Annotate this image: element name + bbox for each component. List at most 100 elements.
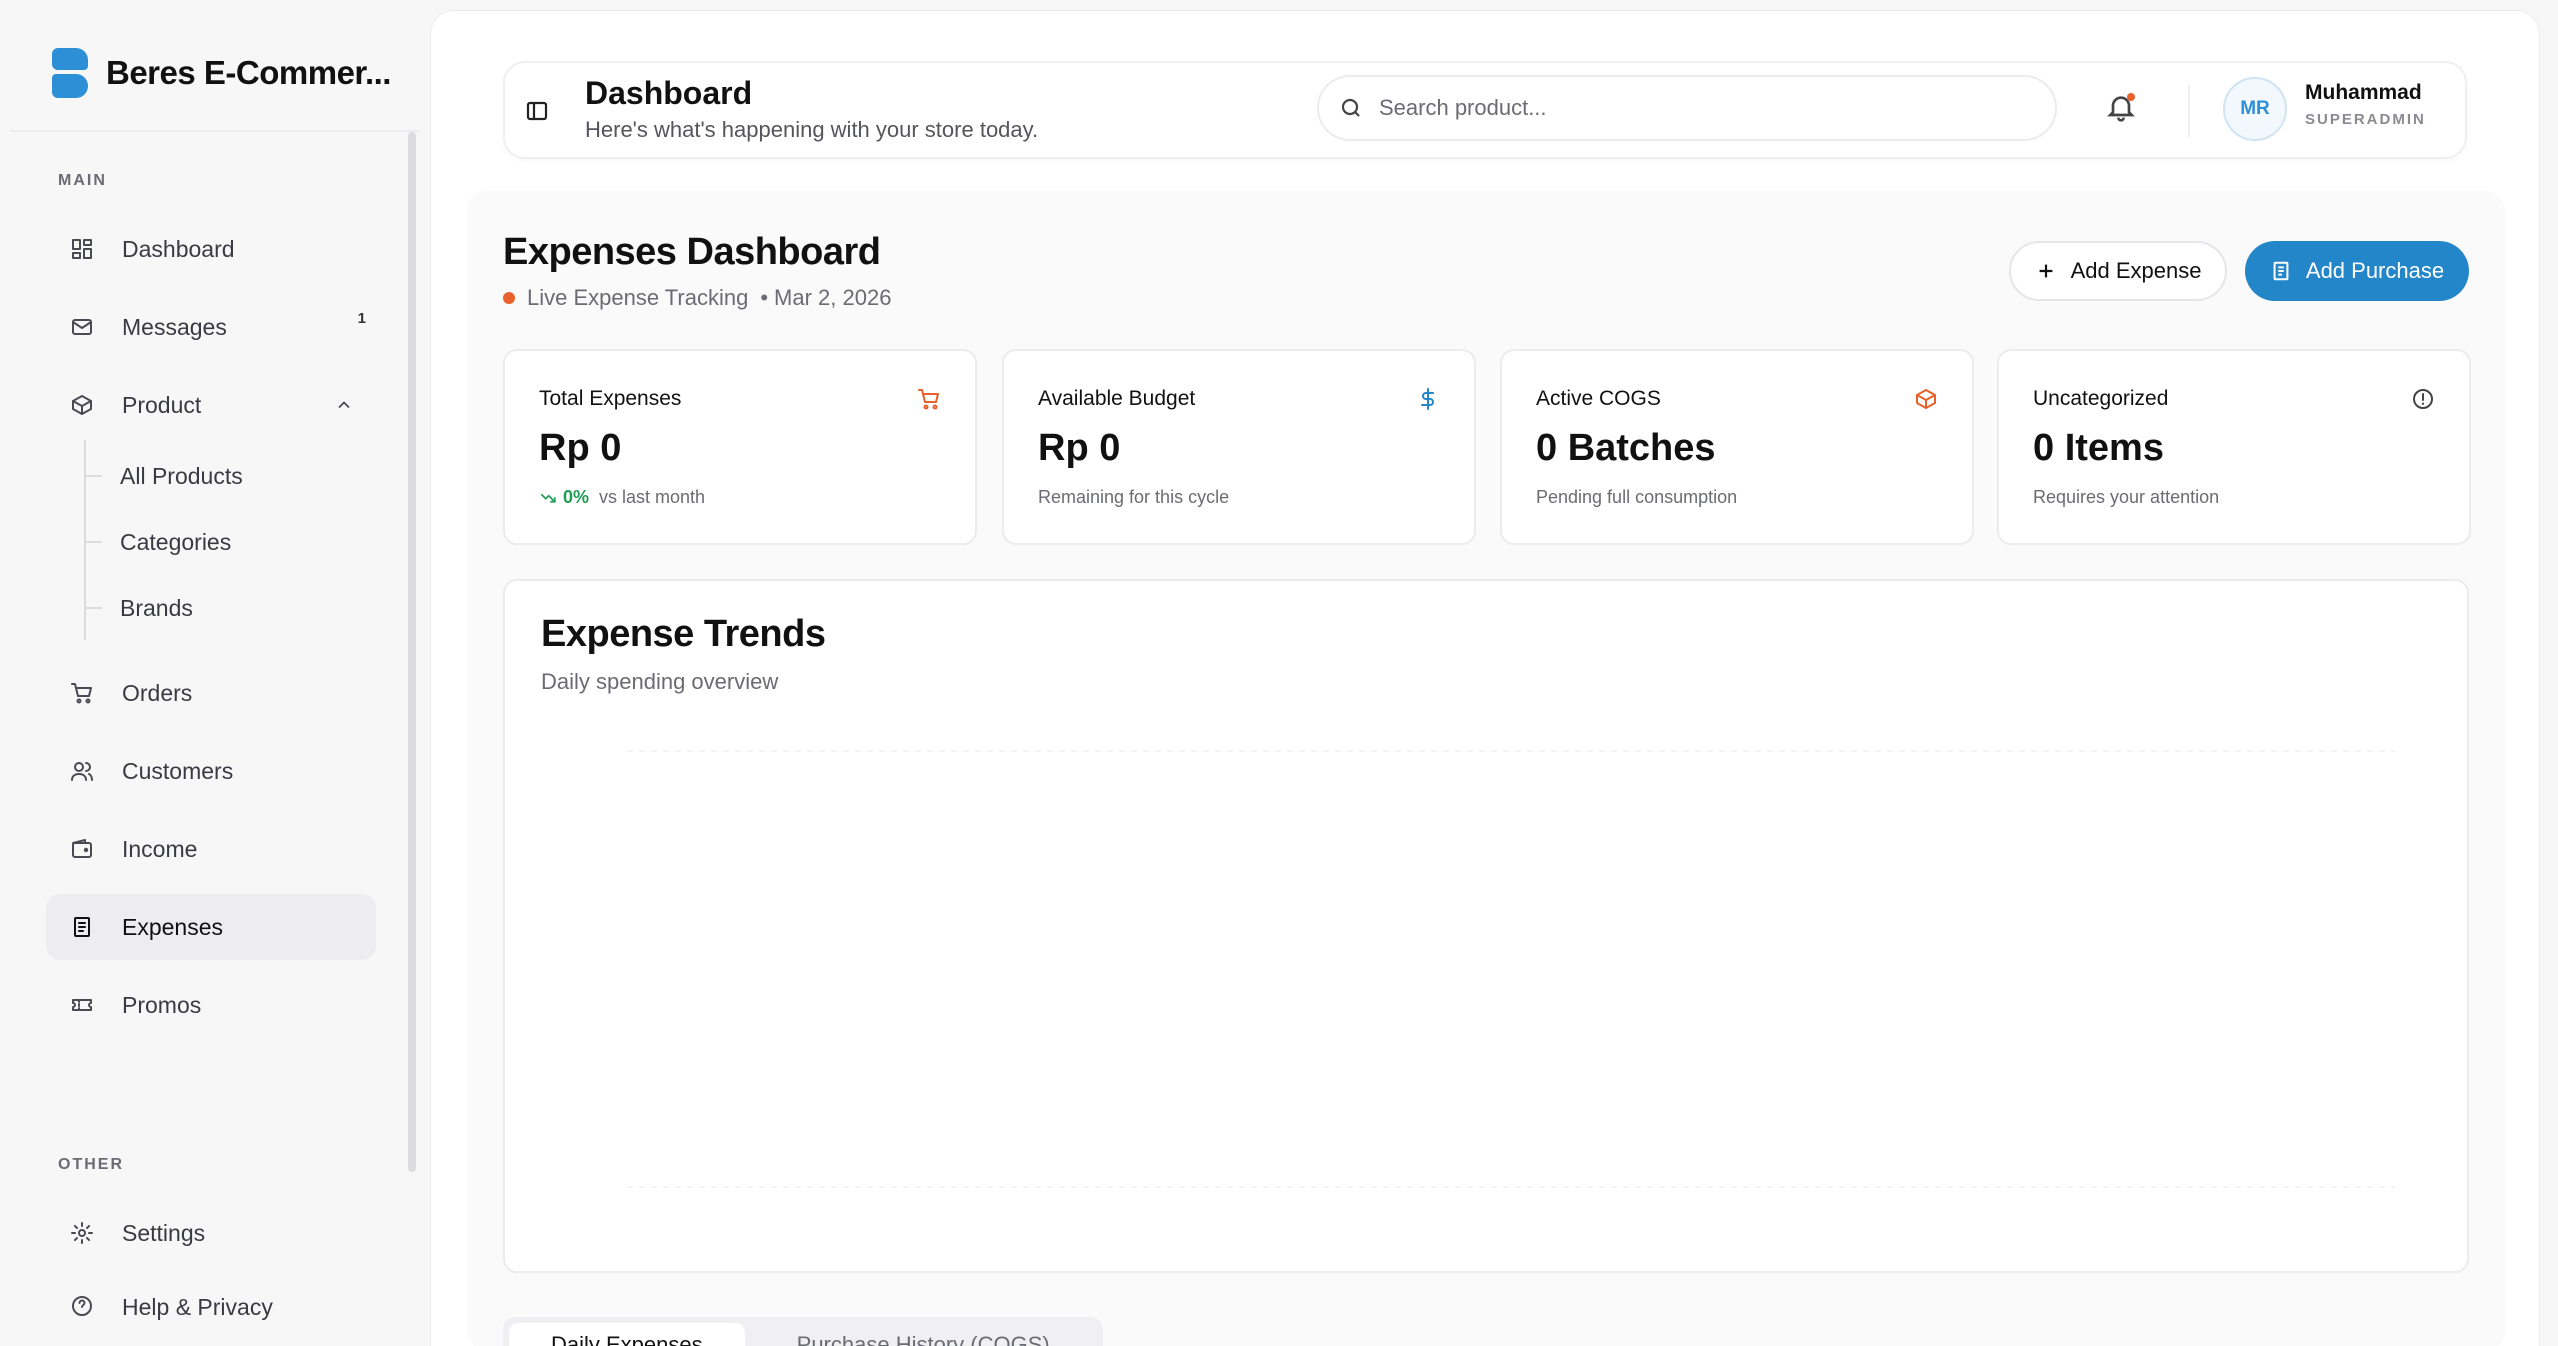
- help-icon: [70, 1294, 94, 1318]
- add-purchase-label: Add Purchase: [2305, 258, 2445, 283]
- cube-icon: [1914, 387, 1938, 416]
- sidebar: Beres E-Commer... MAIN Dashboard Message…: [0, 0, 430, 1346]
- expense-trends-chart: [605, 731, 2425, 1221]
- stat-card-uncategorized: Uncategorized 0 Items Requires your atte…: [1997, 349, 2471, 545]
- topbar: Dashboard Here's what's happening with y…: [503, 61, 2467, 159]
- sidebar-item-label: Messages: [122, 313, 227, 340]
- topbar-divider: [2188, 85, 2190, 137]
- stat-value: Rp 0: [1038, 427, 1121, 469]
- gear-icon: [70, 1221, 94, 1245]
- trend-indicator: 0%: [539, 487, 589, 508]
- search-icon: [1341, 98, 1360, 117]
- brand-logo-icon: [52, 48, 88, 98]
- expense-trends-card: Expense Trends Daily spending overview: [503, 579, 2469, 1273]
- grid-icon: [70, 237, 94, 261]
- cart-icon: [70, 681, 94, 705]
- stat-footer: 0% vs last month: [539, 487, 705, 508]
- sidebar-item-label: Product: [122, 391, 202, 418]
- user-role: SUPERADMIN: [2305, 111, 2426, 128]
- sidebar-item-dashboard[interactable]: Dashboard: [46, 216, 376, 282]
- sidebar-item-label: Dashboard: [122, 235, 235, 262]
- sidebar-item-label: Income: [122, 835, 198, 862]
- sidebar-scrollbar[interactable]: [408, 132, 416, 1172]
- add-expense-label: Add Expense: [2070, 258, 2202, 283]
- page-date: Mar 2, 2026: [774, 285, 892, 310]
- tab-purchase-history[interactable]: Purchase History (COGS): [755, 1323, 1092, 1346]
- sidebar-item-label: Expenses: [122, 913, 224, 940]
- sidebar-item-product[interactable]: Product: [46, 372, 376, 438]
- users-icon: [70, 759, 94, 783]
- live-indicator-dot: [503, 292, 515, 304]
- stat-card-active-cogs: Active COGS 0 Batches Pending full consu…: [1500, 349, 1974, 545]
- search-bar[interactable]: [1317, 75, 2057, 141]
- add-expense-button[interactable]: Add Expense: [2009, 241, 2227, 301]
- stat-label: Uncategorized: [2033, 387, 2169, 410]
- section-label-other: OTHER: [58, 1156, 124, 1173]
- trending-down-icon: [540, 493, 556, 503]
- stat-footer: Remaining for this cycle: [1038, 487, 1230, 507]
- info-icon: [2411, 387, 2435, 416]
- sidebar-item-label: Orders: [122, 679, 193, 706]
- stat-label: Active COGS: [1536, 387, 1661, 410]
- live-tracking-text: Live Expense Tracking: [527, 285, 749, 310]
- stat-card-available-budget: Available Budget Rp 0 Remaining for this…: [1002, 349, 1476, 545]
- sidebar-subitem-all-products[interactable]: All Products: [84, 456, 243, 496]
- subitem-label: Categories: [120, 528, 232, 555]
- chart-subtitle: Daily spending overview: [541, 669, 779, 694]
- avatar[interactable]: MR: [2223, 77, 2287, 141]
- sidebar-divider: [10, 130, 420, 132]
- trend-value: 0%: [563, 487, 590, 507]
- messages-badge: 1: [357, 310, 366, 327]
- main-panel: Dashboard Here's what's happening with y…: [430, 10, 2540, 1346]
- stat-footer: Pending full consumption: [1536, 487, 1738, 507]
- sidebar-item-income[interactable]: Income: [46, 816, 376, 882]
- page-header-subtitle: Here's what's happening with your store …: [585, 117, 1039, 142]
- stat-label: Available Budget: [1038, 387, 1196, 410]
- receipt-icon: [2273, 261, 2289, 281]
- sidebar-item-help[interactable]: Help & Privacy: [46, 1280, 376, 1346]
- chart-title: Expense Trends: [541, 613, 826, 655]
- sidebar-item-messages[interactable]: Messages 1: [46, 294, 376, 360]
- chevron-up-icon[interactable]: [334, 394, 354, 421]
- stat-footer: Requires your attention: [2033, 487, 2220, 507]
- stat-card-total-expenses: Total Expenses Rp 0 0% vs last month: [503, 349, 977, 545]
- user-name[interactable]: Muhammad: [2305, 81, 2422, 105]
- sidebar-item-promos[interactable]: Promos: [46, 972, 376, 1038]
- ticket-icon: [70, 993, 94, 1017]
- stat-value: 0 Batches: [1536, 427, 1716, 469]
- add-purchase-button[interactable]: Add Purchase: [2245, 241, 2469, 301]
- plus-icon: [2039, 264, 2052, 278]
- section-label-main: MAIN: [58, 172, 107, 189]
- sidebar-item-label: Help & Privacy: [122, 1294, 273, 1320]
- dollar-icon: [1416, 387, 1440, 416]
- separator-dot: •: [760, 285, 769, 310]
- sidebar-subitem-categories[interactable]: Categories: [84, 522, 231, 562]
- sidebar-item-settings[interactable]: Settings: [46, 1200, 376, 1266]
- stat-value: Rp 0: [539, 427, 622, 469]
- wallet-icon: [70, 837, 94, 861]
- trend-caption: vs last month: [599, 487, 706, 507]
- notification-bell[interactable]: [2105, 91, 2141, 127]
- subitem-label: All Products: [120, 462, 243, 489]
- sidebar-item-label: Promos: [122, 991, 202, 1018]
- page-title: Expenses Dashboard: [503, 231, 881, 273]
- notification-dot: [2127, 93, 2135, 101]
- mail-icon: [70, 315, 94, 339]
- sidebar-item-expenses[interactable]: Expenses: [46, 894, 376, 960]
- search-input[interactable]: [1379, 95, 2019, 121]
- receipt-icon: [70, 915, 94, 939]
- tab-daily-expenses[interactable]: Daily Expenses: [509, 1323, 745, 1346]
- page-header-title: Dashboard: [585, 75, 753, 111]
- chart-svg: [627, 750, 2395, 1188]
- sidebar-item-customers[interactable]: Customers: [46, 738, 376, 804]
- sidebar-item-label: Customers: [122, 757, 234, 784]
- sidebar-item-label: Settings: [122, 1219, 206, 1246]
- brand-name: Beres E-Commer...: [106, 54, 391, 91]
- stat-value: 0 Items: [2033, 427, 2164, 469]
- sidebar-item-orders[interactable]: Orders: [46, 660, 376, 726]
- brand[interactable]: Beres E-Commer...: [52, 44, 391, 102]
- sidebar-toggle-icon[interactable]: [525, 99, 549, 128]
- expenses-tabs: Daily Expenses Purchase History (COGS): [503, 1317, 1103, 1346]
- sidebar-subitem-brands[interactable]: Brands: [84, 588, 193, 628]
- cart-icon: [917, 387, 941, 416]
